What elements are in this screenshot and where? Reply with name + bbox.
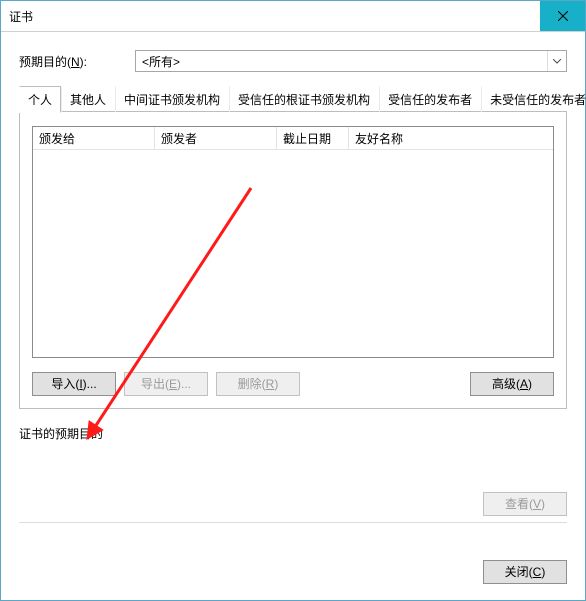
close-icon: [558, 11, 568, 21]
dialog-body: 预期目的(N): <所有> 个人 其他人 中间证书颁发机构 受信任的根证书颁发机…: [1, 32, 585, 552]
listview-header: 颁发给 颁发者 截止日期 友好名称: [33, 127, 553, 150]
tab-trusted-publishers[interactable]: 受信任的发布者: [379, 86, 481, 112]
col-expiration[interactable]: 截止日期: [277, 127, 349, 149]
advanced-button[interactable]: 高级(A): [470, 372, 554, 396]
cert-store-tabs: 个人 其他人 中间证书颁发机构 受信任的根证书颁发机构 受信任的发布者 未受信任…: [19, 88, 567, 112]
chevron-down-icon: [547, 51, 566, 71]
certificates-dialog: 证书 预期目的(N): <所有> 个人 其他人 中间证书颁发: [0, 0, 586, 601]
tab-personal[interactable]: 个人: [19, 86, 61, 113]
tab-other-people[interactable]: 其他人: [61, 86, 115, 112]
col-friendly[interactable]: 友好名称: [349, 127, 553, 149]
tab-intermediate-ca[interactable]: 中间证书颁发机构: [115, 86, 229, 112]
intended-purpose-value: <所有>: [142, 53, 180, 70]
col-issued-to[interactable]: 颁发给: [33, 127, 155, 149]
store-buttons-row: 导入(I)... 导出(E)... 删除(R) 高级(A): [32, 358, 554, 396]
intended-purpose-label: 预期目的(N):: [19, 53, 87, 70]
intended-purpose-row: 预期目的(N): <所有>: [19, 50, 567, 72]
intended-purpose-combobox[interactable]: <所有>: [135, 50, 567, 72]
view-button[interactable]: 查看(V): [483, 492, 567, 516]
import-button[interactable]: 导入(I)...: [32, 372, 116, 396]
close-button[interactable]: 关闭(C): [483, 560, 567, 584]
tab-trusted-root-ca[interactable]: 受信任的根证书颁发机构: [229, 86, 379, 112]
certificates-listview[interactable]: 颁发给 颁发者 截止日期 友好名称: [32, 126, 554, 358]
window-close-button[interactable]: [540, 1, 585, 31]
titlebar: 证书: [1, 1, 585, 32]
cert-purposes-box: 查看(V): [19, 448, 567, 506]
cert-purposes-label: 证书的预期目的: [19, 425, 567, 442]
divider: [19, 522, 567, 523]
export-button[interactable]: 导出(E)...: [124, 372, 208, 396]
remove-button[interactable]: 删除(R): [216, 372, 300, 396]
tab-untrusted-publishers[interactable]: 未受信任的发布者: [481, 86, 586, 112]
dialog-footer: 关闭(C): [1, 552, 585, 600]
cert-store-pane: 颁发给 颁发者 截止日期 友好名称 导入(I)...: [19, 112, 567, 409]
col-issued-by[interactable]: 颁发者: [155, 127, 277, 149]
window-title: 证书: [9, 8, 33, 25]
